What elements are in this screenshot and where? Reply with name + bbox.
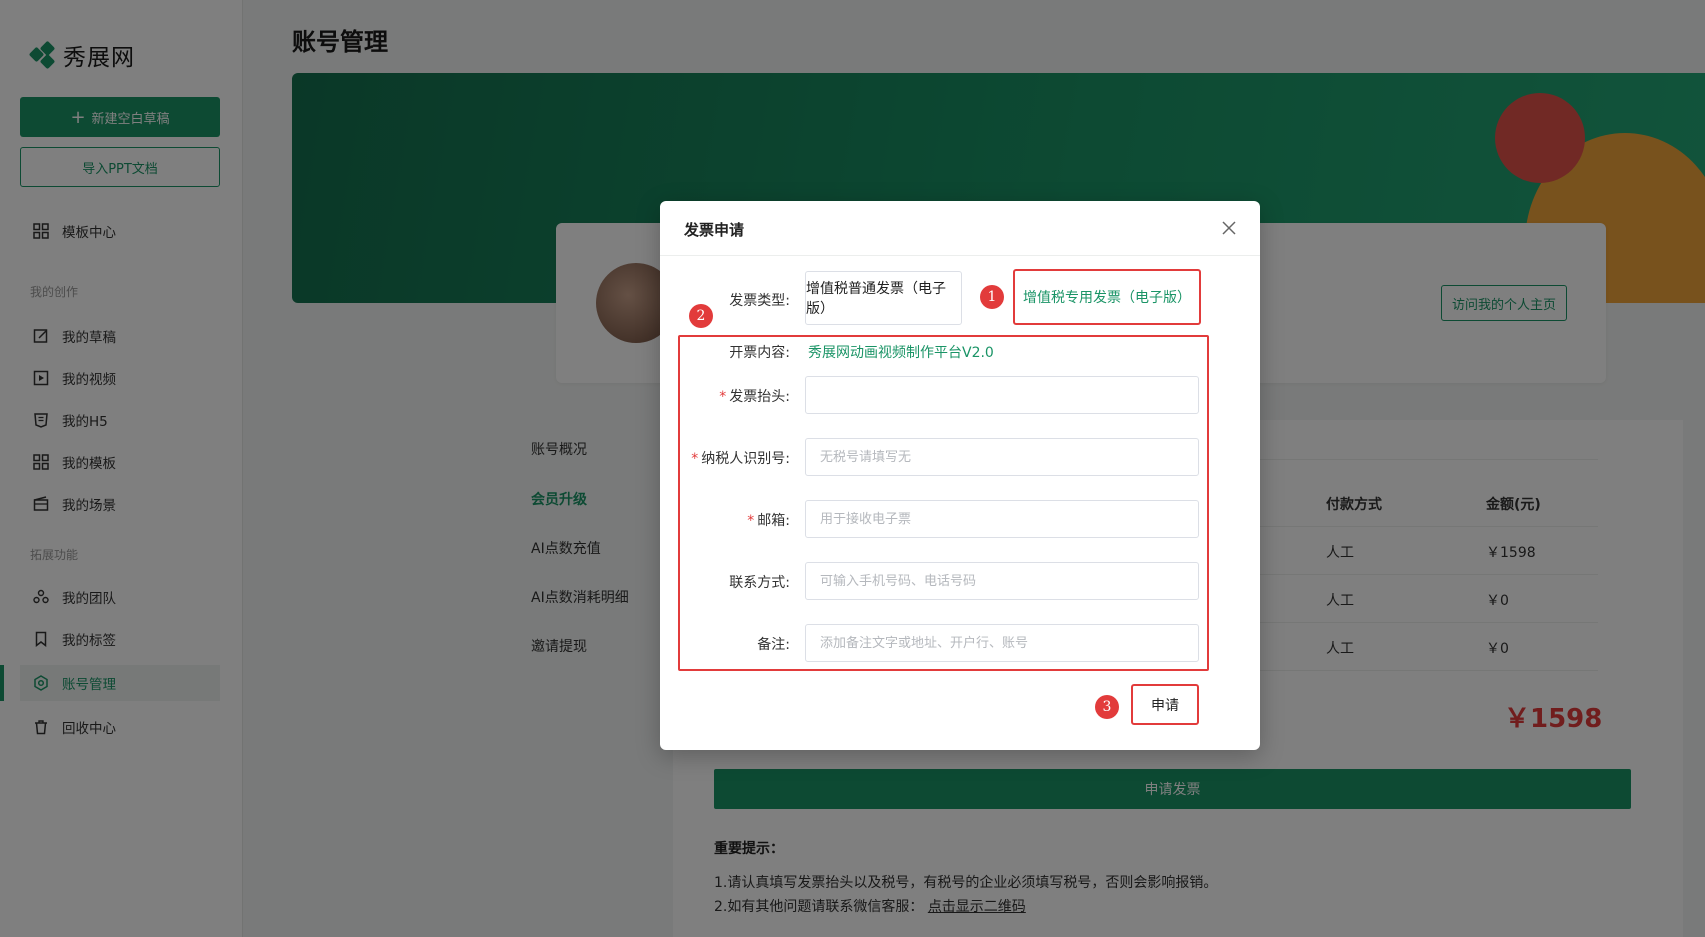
email-label: * 邮箱: [660,510,790,530]
invoice-title-label: * 发票抬头: [660,386,790,406]
invoice-type-special-option[interactable]: 增值税专用发票（电子版） [1013,269,1201,325]
invoice-content-label: 开票内容: [729,345,790,361]
tax-id-label: * 纳税人识别号: [660,448,790,468]
contact-input[interactable] [805,562,1199,600]
tax-id-input[interactable] [805,438,1199,476]
dialog-title: 发票申请 [684,221,745,239]
email-label-text: 邮箱: [757,513,790,529]
invoice-application-dialog: 发票申请 发票类型: 增值税普通发票（电子版） 增值税专用发票（电子版） 开票内… [660,201,1260,750]
submit-button[interactable]: 申请 [1131,684,1199,725]
required-mark: * [719,389,727,405]
remark-input[interactable] [805,624,1199,662]
invoice-type-normal-option[interactable]: 增值税普通发票（电子版） [805,271,962,325]
invoice-title-label-text: 发票抬头: [729,389,790,405]
step-badge-3: 3 [1095,695,1119,719]
invoice-content-value: 秀展网动画视频制作平台V2.0 [808,345,994,361]
close-icon[interactable] [1216,215,1242,241]
step-badge-1: 1 [980,285,1004,309]
required-mark: * [747,513,755,529]
tax-id-label-text: 纳税人识别号: [701,451,790,467]
contact-label: 联系方式: [729,575,790,591]
email-input[interactable] [805,500,1199,538]
step-badge-2: 2 [689,304,713,328]
dialog-header: 发票申请 [660,201,1260,256]
invoice-title-input[interactable] [805,376,1199,414]
remark-label: 备注: [757,637,790,653]
invoice-type-label: 发票类型: [729,293,790,309]
required-mark: * [691,451,699,467]
